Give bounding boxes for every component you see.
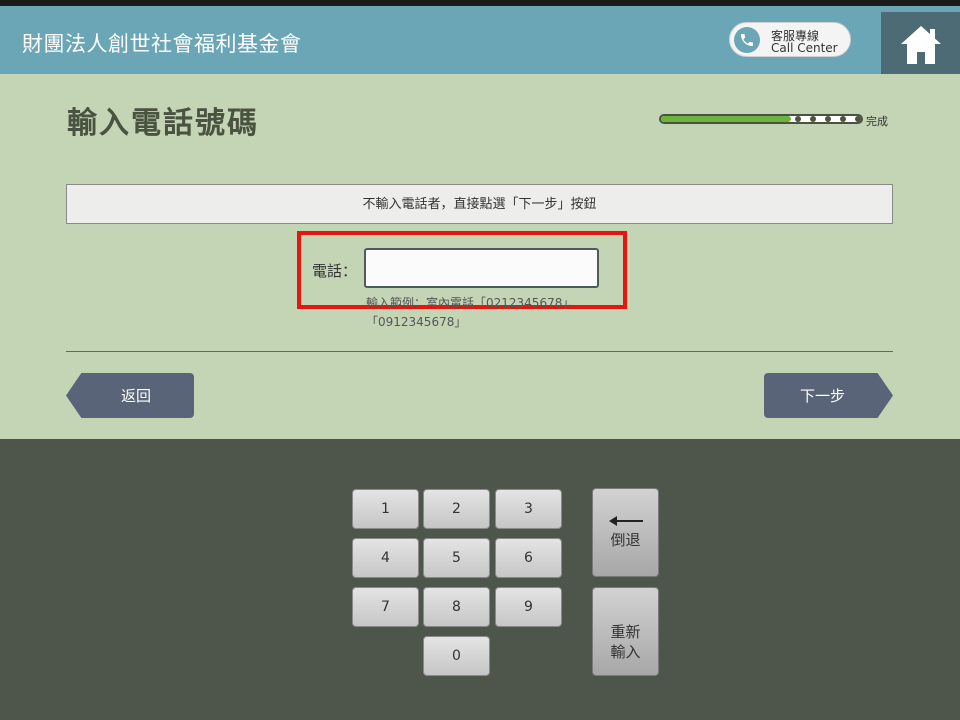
backspace-button[interactable]: 倒退	[592, 488, 659, 577]
key-4[interactable]: 4	[352, 538, 419, 578]
phone-input[interactable]	[364, 248, 599, 288]
notice-banner: 不輸入電話者，直接點選「下一步」按鈕	[66, 184, 893, 224]
progress-dots	[795, 116, 861, 122]
key-8[interactable]: 8	[423, 587, 490, 627]
back-button[interactable]: 返回	[66, 373, 194, 418]
phone-label: 電話：	[312, 262, 358, 280]
progress-dot	[795, 116, 801, 122]
call-center-label-en: Call Center	[771, 41, 838, 55]
progress-dot	[840, 116, 846, 122]
progress-dot	[825, 116, 831, 122]
progress-fill	[661, 116, 791, 122]
key-0[interactable]: 0	[423, 636, 490, 676]
page-title: 輸入電話號碼	[67, 106, 259, 141]
main-panel: 輸入電話號碼 完成 不輸入電話者，直接點選「下一步」按鈕 電話： 輸入範例：室內…	[0, 74, 960, 439]
phone-icon	[734, 27, 760, 53]
progress-dot	[855, 116, 861, 122]
divider	[66, 351, 893, 352]
progress-dot	[810, 116, 816, 122]
header: 財團法人創世社會福利基金會 客服專線 Call Center	[0, 6, 960, 80]
home-button[interactable]	[881, 12, 960, 80]
key-5[interactable]: 5	[423, 538, 490, 578]
left-arrow-icon	[608, 515, 643, 526]
key-2[interactable]: 2	[423, 489, 490, 529]
input-hint: 輸入範例：室內電話「0212345678」、「0912345678」	[366, 296, 581, 329]
progress-label: 完成	[866, 115, 888, 128]
backspace-label: 倒退	[610, 530, 641, 549]
reset-label: 重新 輸入	[610, 622, 641, 661]
key-9[interactable]: 9	[495, 587, 562, 627]
key-6[interactable]: 6	[495, 538, 562, 578]
key-7[interactable]: 7	[352, 587, 419, 627]
org-title: 財團法人創世社會福利基金會	[22, 32, 302, 56]
next-button[interactable]: 下一步	[764, 373, 893, 418]
key-1[interactable]: 1	[352, 489, 419, 529]
key-3[interactable]: 3	[495, 489, 562, 529]
reset-button[interactable]: 重新 輸入	[592, 587, 659, 676]
progress-bar	[659, 114, 863, 124]
home-icon	[901, 26, 941, 64]
call-center-button[interactable]: 客服專線 Call Center	[729, 22, 851, 57]
